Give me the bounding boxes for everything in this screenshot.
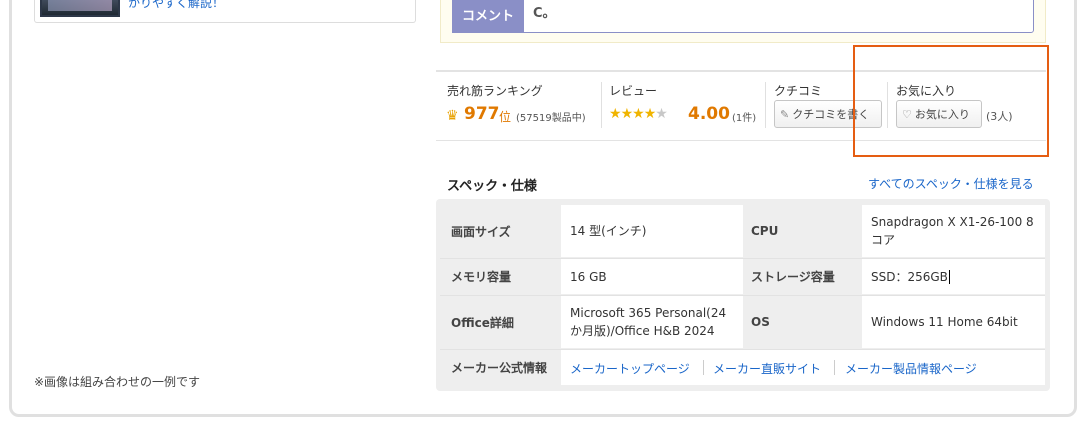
spec-value: 14 型(インチ)	[561, 205, 743, 257]
stats-divider	[765, 82, 766, 128]
star-filled-icon: ★	[632, 106, 645, 122]
crown-icon: ♛	[446, 108, 459, 124]
all-specs-link[interactable]: すべてのスペック・仕様を見る	[868, 175, 1034, 192]
ranking-total: (57519製品中)	[516, 113, 586, 124]
star-filled-icon: ★	[609, 106, 622, 122]
review-label: レビュー	[609, 84, 658, 98]
maker-product-link[interactable]: メーカー製品情報ページ	[845, 360, 977, 377]
text-cursor	[948, 269, 950, 284]
image-footnote: ※画像は組み合わせの一例です	[34, 375, 201, 389]
spec-value: Snapdragon X X1-26-100 8コア	[862, 205, 1045, 257]
spec-label: ストレージ容量	[751, 270, 835, 284]
ranking-number[interactable]: 977	[464, 104, 500, 124]
rating-stars[interactable]: ★★★★★	[609, 106, 668, 122]
article-thumbnail[interactable]	[40, 0, 120, 17]
highlight-box	[853, 45, 1049, 157]
stats-divider	[601, 82, 602, 128]
star-empty-icon: ★	[655, 106, 668, 122]
link-divider	[703, 360, 704, 375]
spec-label: OS	[751, 315, 770, 329]
ranking-unit: 位	[499, 110, 512, 124]
star-filled-icon: ★	[620, 106, 634, 122]
spec-value: Windows 11 Home 64bit	[862, 296, 1045, 348]
comment-text: C。	[533, 6, 556, 21]
storage-value: SSD：256GB	[871, 269, 948, 284]
comment-label: コメント	[452, 0, 524, 33]
review-count[interactable]: (1件)	[732, 109, 756, 124]
spec-label: 画面サイズ	[451, 224, 511, 239]
maker-top-link[interactable]: メーカートップページ	[570, 360, 690, 377]
spec-label: Office詳細	[451, 315, 514, 330]
pencil-icon: ✎	[780, 107, 790, 121]
spec-value-storage: SSD：256GB	[862, 259, 1045, 294]
spec-title: スペック・仕様	[447, 179, 537, 194]
maker-label: メーカー公式情報	[451, 361, 548, 375]
maker-shop-link[interactable]: メーカー直販サイト	[713, 360, 821, 377]
link-divider	[834, 360, 835, 375]
review-score[interactable]: 4.00	[688, 104, 730, 124]
article-link[interactable]: かりやすく解説！	[128, 0, 224, 11]
kuchikomi-label: クチコミ	[774, 84, 823, 98]
spec-value: 16 GB	[561, 259, 743, 294]
spec-label: CPU	[751, 224, 779, 238]
ranking-label: 売れ筋ランキング	[447, 84, 543, 98]
spec-value: Microsoft 365 Personal(24か月版)/Office H&B…	[561, 296, 743, 348]
spec-label: メモリ容量	[451, 270, 512, 284]
star-filled-icon: ★	[643, 106, 657, 122]
